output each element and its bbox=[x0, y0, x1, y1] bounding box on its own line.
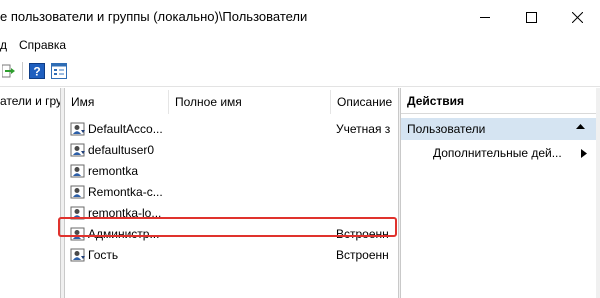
minimize-icon bbox=[479, 16, 490, 18]
console-tree: атели и гру bbox=[0, 88, 61, 298]
help-icon: ? bbox=[29, 63, 45, 79]
close-icon bbox=[571, 11, 583, 23]
table-row[interactable]: remontka bbox=[65, 161, 398, 182]
user-name: remontka bbox=[88, 164, 139, 178]
content-area: атели и гру Имя Полное имя Описание Defa… bbox=[0, 88, 600, 298]
window-edge bbox=[596, 88, 600, 298]
menu-item-action[interactable]: д bbox=[0, 38, 7, 52]
window-title: е пользователи и группы (локально)\Польз… bbox=[0, 9, 308, 24]
export-list-button[interactable] bbox=[0, 62, 18, 80]
user-name: Гость bbox=[88, 248, 119, 262]
user-name: DefaultAcco... bbox=[88, 122, 163, 136]
column-header-name[interactable]: Имя bbox=[65, 90, 169, 114]
close-button[interactable] bbox=[554, 0, 600, 34]
user-icon bbox=[70, 248, 85, 262]
svg-text:?: ? bbox=[33, 65, 40, 79]
properties-icon bbox=[51, 63, 67, 79]
users-list: Имя Полное имя Описание DefaultAcco... У… bbox=[64, 88, 399, 298]
title-bar: е пользователи и группы (локально)\Польз… bbox=[0, 0, 600, 34]
actions-section-label: Пользователи bbox=[407, 122, 486, 136]
toolbar: ? bbox=[0, 56, 600, 87]
maximize-button[interactable] bbox=[508, 0, 554, 34]
user-description: Учетная з bbox=[336, 122, 391, 136]
user-description: Встроенн bbox=[336, 248, 389, 262]
properties-button[interactable] bbox=[50, 62, 68, 80]
actions-pane: Действия Пользователи Дополнительные дей… bbox=[400, 88, 597, 298]
column-header-name-label: Имя bbox=[71, 95, 95, 109]
highlight-box bbox=[58, 217, 397, 237]
minimize-button[interactable] bbox=[462, 0, 508, 34]
submenu-arrow-icon bbox=[581, 149, 587, 158]
user-icon bbox=[70, 143, 85, 157]
user-name: Remontka-c... bbox=[88, 185, 163, 199]
table-row[interactable]: Remontka-c... bbox=[65, 182, 398, 203]
collapse-caret-icon bbox=[576, 124, 585, 129]
user-icon bbox=[70, 185, 85, 199]
actions-header: Действия bbox=[401, 88, 597, 114]
help-button[interactable]: ? bbox=[28, 62, 46, 80]
menu-bar: д Справка bbox=[0, 34, 600, 56]
column-header-full-name-label: Полное имя bbox=[175, 95, 242, 109]
export-icon bbox=[2, 64, 15, 78]
column-header-description[interactable]: Описание bbox=[331, 90, 398, 114]
user-icon bbox=[70, 164, 85, 178]
column-header-description-label: Описание bbox=[337, 95, 393, 109]
table-row[interactable]: Гость Встроенн bbox=[65, 245, 398, 266]
table-row[interactable]: defaultuser0 bbox=[65, 140, 398, 161]
user-icon bbox=[70, 122, 85, 136]
maximize-icon bbox=[525, 11, 537, 23]
actions-more-actions[interactable]: Дополнительные дей... bbox=[433, 146, 562, 160]
tree-item-users[interactable]: атели и гру bbox=[0, 94, 60, 108]
user-name: defaultuser0 bbox=[88, 143, 155, 157]
menu-item-help[interactable]: Справка bbox=[19, 38, 66, 52]
toolbar-separator bbox=[22, 62, 23, 80]
table-row[interactable]: DefaultAcco... Учетная з bbox=[65, 119, 398, 140]
actions-section-users[interactable]: Пользователи bbox=[401, 118, 597, 140]
column-header-full-name[interactable]: Полное имя bbox=[169, 90, 331, 114]
